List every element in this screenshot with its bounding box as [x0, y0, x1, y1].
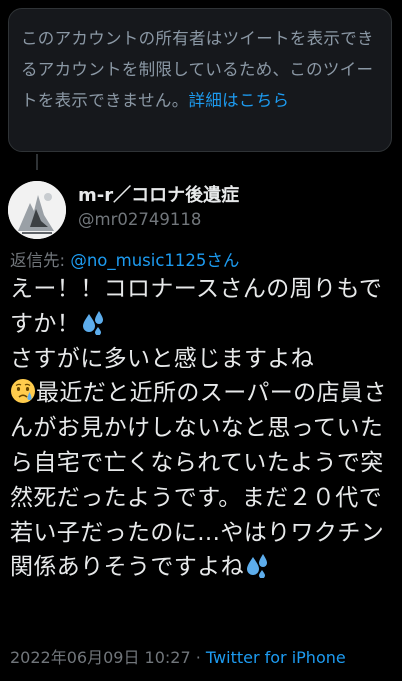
sweat-droplets-icon — [83, 310, 104, 335]
reply-to-link[interactable]: @no_music1125さん — [70, 251, 239, 270]
display-name[interactable]: m-r／コロナ後遺症 — [78, 181, 239, 207]
tweet-text-part3: 最近だと近所のスーパーの店員さんがお見かけしないなと思っていたら自宅で亡くなられ… — [10, 380, 387, 581]
meta-separator: · — [190, 648, 206, 667]
avatar-image — [8, 181, 66, 239]
tweet-text: えー！！コロナースさんの周りもですか！ さすがに多いと感じますよね 最近だと近所… — [10, 272, 394, 585]
tweet-text-part1: えー！！コロナースさんの周りもですか！ — [10, 276, 383, 337]
thread-connector-line — [36, 154, 38, 170]
tweet-meta: 2022年06月09日 10:27 · Twitter for iPhone — [10, 644, 346, 668]
withheld-tweet-notice: このアカウントの所有者はツイートを表示できるアカウントを制限しているため、このツ… — [8, 8, 392, 152]
tweet-source-link[interactable]: Twitter for iPhone — [206, 648, 346, 667]
crying-face-icon — [11, 379, 35, 404]
tweet-timestamp[interactable]: 2022年06月09日 10:27 — [10, 648, 191, 667]
tweet-text-part2: さすがに多いと感じますよね — [10, 345, 315, 372]
reply-to-line: 返信先: @no_music1125さん — [10, 247, 239, 271]
reply-prefix: 返信先: — [10, 251, 71, 270]
user-handle[interactable]: @mr02749118 — [78, 210, 201, 229]
learn-more-link[interactable]: 詳細はこちら — [189, 91, 290, 110]
sweat-droplets-icon — [247, 554, 267, 579]
avatar[interactable] — [8, 181, 66, 239]
